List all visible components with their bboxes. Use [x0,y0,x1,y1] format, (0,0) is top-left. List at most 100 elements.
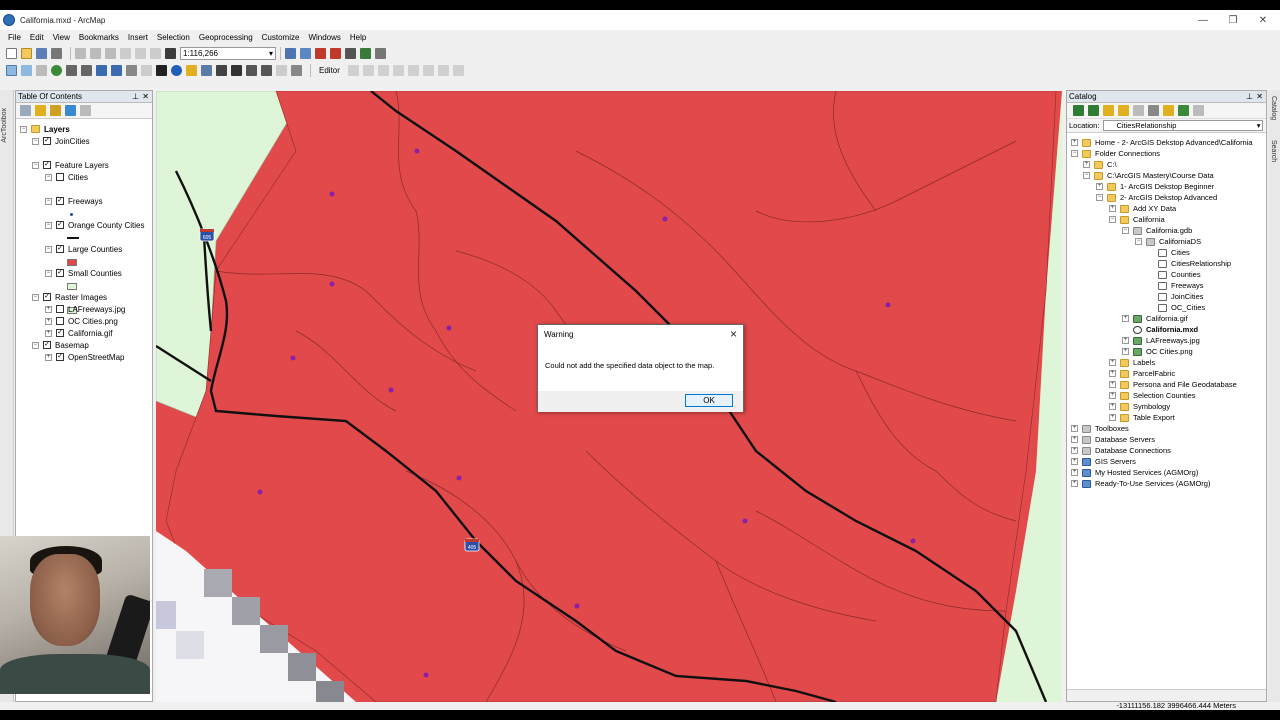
catalog-node[interactable]: + Labels [1109,357,1155,368]
minimize-icon[interactable]: — [1188,10,1218,30]
fixed-zoom-in-icon[interactable] [66,65,77,76]
copy-icon[interactable] [90,48,101,59]
catalog-node[interactable]: + Toolboxes [1071,423,1129,434]
catalog-node[interactable]: + Persona and File Geodatabase [1109,379,1237,390]
collapse-icon[interactable]: − [45,221,52,229]
catalog-icon[interactable] [315,48,326,59]
split-icon[interactable] [392,65,404,76]
catalog-node[interactable]: Freeways [1158,280,1204,291]
cut-icon[interactable] [75,48,86,59]
paste-icon[interactable] [105,48,116,59]
layer-joincities[interactable]: − ✓ JoinCities [32,135,90,147]
search-dock-tab[interactable]: Search [1270,140,1277,162]
pan-icon[interactable] [36,65,47,76]
catalog-node[interactable]: + GIS Servers [1071,456,1136,467]
collapse-icon[interactable]: − [32,341,39,349]
toggle-contents-icon[interactable] [1133,105,1144,116]
undo-icon[interactable] [135,48,146,59]
layer-checkbox[interactable]: ✓ [56,353,64,361]
straight-segment-icon[interactable] [362,65,374,76]
catalog-node[interactable]: − Folder Connections [1071,148,1160,159]
search-window-icon[interactable] [330,48,341,59]
layer-checkbox[interactable] [56,173,64,181]
catalog-node[interactable]: + Symbology [1109,401,1170,412]
layer-checkbox[interactable]: ✓ [43,293,51,301]
editor-toolbar-icon[interactable] [285,48,296,59]
zoom-in-icon[interactable] [6,65,17,76]
sketch-properties-icon[interactable] [437,65,449,76]
catalog-node[interactable]: JoinCities [1158,291,1204,302]
menu-help[interactable]: Help [350,33,366,42]
layer-oc-cities-png[interactable]: + OC Cities.png [45,315,118,327]
identify-icon[interactable] [171,65,182,76]
create-viewer-icon[interactable] [291,65,302,76]
collapse-icon[interactable]: − [32,161,39,169]
layer-checkbox[interactable] [56,305,64,313]
catalog-node[interactable]: − California [1109,214,1165,225]
catalog-options-icon[interactable] [1193,105,1204,116]
print-icon[interactable] [51,48,62,59]
html-popup-icon[interactable] [201,65,212,76]
menu-windows[interactable]: Windows [308,33,340,42]
layer-large-counties[interactable]: − ✓ Large Counties [45,243,122,255]
layer-checkbox[interactable]: ✓ [56,245,64,253]
measure-icon[interactable] [216,65,227,76]
trace-icon[interactable] [377,65,389,76]
disconnect-folder-icon[interactable] [1178,105,1189,116]
menu-insert[interactable]: Insert [128,33,148,42]
menu-view[interactable]: View [53,33,70,42]
create-features-icon[interactable] [452,65,464,76]
catalog-dock-tab[interactable]: Catalog [1270,96,1277,120]
arctoolbox-icon[interactable] [345,48,356,59]
layer-checkbox[interactable]: ✓ [56,221,64,229]
collapse-icon[interactable]: − [32,293,39,301]
catalog-node[interactable]: −2- ArcGIS Dekstop Advanced [1096,192,1217,203]
catalog-node[interactable]: + My Hosted Services (AGMOrg) [1071,467,1198,478]
catalog-node[interactable]: + OC Cities.png [1122,346,1193,357]
list-by-selection-icon[interactable] [65,105,76,116]
catalog-horizontal-scrollbar[interactable] [1067,689,1266,701]
collapse-icon[interactable]: − [45,245,52,253]
add-data-icon[interactable] [165,48,176,59]
catalog-node[interactable]: + LAFreeways.jpg [1122,335,1200,346]
layer-checkbox[interactable]: ✓ [43,137,51,145]
expand-icon[interactable]: + [45,317,52,325]
expand-icon[interactable]: + [45,329,52,337]
catalog-node[interactable]: + Database Servers [1071,434,1155,445]
time-slider-icon[interactable] [276,65,287,76]
list-by-visibility-icon[interactable] [50,105,61,116]
catalog-node[interactable]: + Selection Counties [1109,390,1196,401]
attributes-icon[interactable] [422,65,434,76]
menu-geoprocessing[interactable]: Geoprocessing [199,33,253,42]
clear-selection-icon[interactable] [141,65,152,76]
maximize-icon[interactable]: ❐ [1218,10,1248,30]
collapse-icon[interactable]: − [45,197,52,205]
catalog-node[interactable]: − CaliforniaDS [1135,236,1201,247]
layer-cities[interactable]: − Cities [45,171,88,183]
catalog-node[interactable]: CitiesRelationship [1158,258,1231,269]
list-by-drawing-order-icon[interactable] [20,105,31,116]
find-icon[interactable] [231,65,242,76]
menu-selection[interactable]: Selection [157,33,190,42]
catalog-node[interactable]: + Home - 2- ArcGIS Dekstop Advanced\Calif… [1071,137,1253,148]
layer-checkbox[interactable]: ✓ [43,341,51,349]
catalog-node[interactable]: + C:\ [1083,159,1117,170]
catalog-node[interactable]: − C:\ArcGIS Mastery\Course Data [1083,170,1214,181]
expand-icon[interactable]: + [45,305,52,313]
layer-checkbox[interactable]: ✓ [56,197,64,205]
location-input[interactable]: CitiesRelationship [1103,120,1264,131]
hyperlink-icon[interactable] [186,65,197,76]
catalog-node[interactable]: − California.gdb [1122,225,1192,236]
list-by-source-icon[interactable] [35,105,46,116]
catalog-node[interactable]: OC_Cities [1158,302,1205,313]
menu-bookmarks[interactable]: Bookmarks [79,33,119,42]
pin-icon[interactable]: ⊥ [1246,91,1253,103]
catalog-node[interactable]: Cities [1158,247,1190,258]
home-icon[interactable] [1118,105,1129,116]
ok-button[interactable]: OK [685,394,733,407]
collapse-icon[interactable]: − [45,269,52,277]
up-one-level-icon[interactable] [1103,105,1114,116]
select-features-icon[interactable] [126,65,137,76]
forward-extent-icon[interactable] [111,65,122,76]
layer-checkbox[interactable]: ✓ [43,161,51,169]
